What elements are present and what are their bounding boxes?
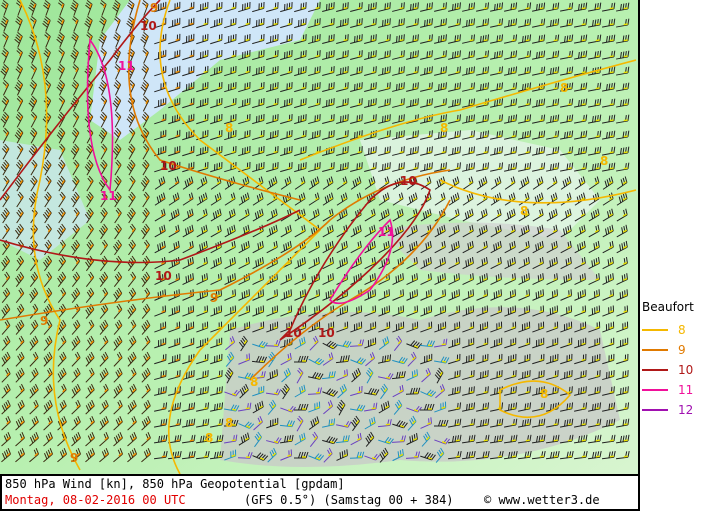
contour-label: 11 (100, 189, 117, 203)
legend-item: 9 (642, 340, 704, 360)
mountain-area (220, 307, 620, 467)
valid-time: Montag, 08-02-2016 00 UTC (5, 493, 186, 507)
contour-label: 10 (155, 269, 172, 283)
contour-label: 9 (150, 1, 158, 15)
chart-title: 850 hPa Wind [kn], 850 hPa Geopotential … (5, 477, 345, 491)
contour-label: 8 (225, 416, 233, 430)
legend-swatch (642, 409, 668, 411)
contour-label: 11 (118, 59, 135, 73)
credit-link[interactable]: © www.wetter3.de (484, 493, 600, 507)
contour-label: 8 (600, 154, 608, 168)
legend-item: 11 (642, 380, 704, 400)
contour-label: 9 (40, 314, 48, 328)
legend-label: 9 (678, 343, 686, 357)
info-panel: 850 hPa Wind [kn], 850 hPa Geopotential … (0, 476, 640, 511)
contour-label: 10 (400, 174, 417, 188)
legend-title: Beaufort (642, 300, 694, 314)
contour-label: 8 (520, 204, 528, 218)
legend-label: 8 (678, 323, 686, 337)
contour-label: 10 (318, 326, 335, 340)
contour-label: 10 (285, 326, 302, 340)
legend-item: 12 (642, 400, 704, 420)
legend-label: 11 (678, 383, 694, 397)
contour-label: 10 (140, 19, 157, 33)
legend-swatch (642, 349, 668, 351)
contour-label: 8 (225, 121, 233, 135)
legend-swatch (642, 389, 668, 391)
legend-item: 10 (642, 360, 704, 380)
beaufort-legend: Beaufort 8 9 10 11 12 (642, 300, 704, 420)
contour-label: 8 (205, 431, 213, 445)
wind-map: 109111110810101110 1099888888988 (0, 0, 640, 476)
contour-label: 9 (70, 451, 78, 465)
legend-swatch (642, 369, 668, 371)
model-run: (GFS 0.5°) (Samstag 00 + 384) (244, 493, 454, 507)
contour-label: 10 (160, 159, 177, 173)
legend-swatch (642, 329, 668, 331)
legend-item: 8 (642, 320, 704, 340)
legend-label: 10 (678, 363, 694, 377)
contour-label: 11 (378, 225, 395, 239)
contour-label: 8 (440, 121, 448, 135)
contour-label: 8 (250, 375, 258, 389)
contour-label: 8 (560, 81, 568, 95)
contour-label: 9 (210, 291, 218, 305)
contour-label: 8 (540, 387, 548, 401)
weather-chart: 10 9 11 11 10 8 10 10 11 10 10 9 9 8 8 8 8 8 8 9 8 8 850 hPa … (0, 0, 704, 513)
legend-label: 12 (678, 403, 694, 417)
